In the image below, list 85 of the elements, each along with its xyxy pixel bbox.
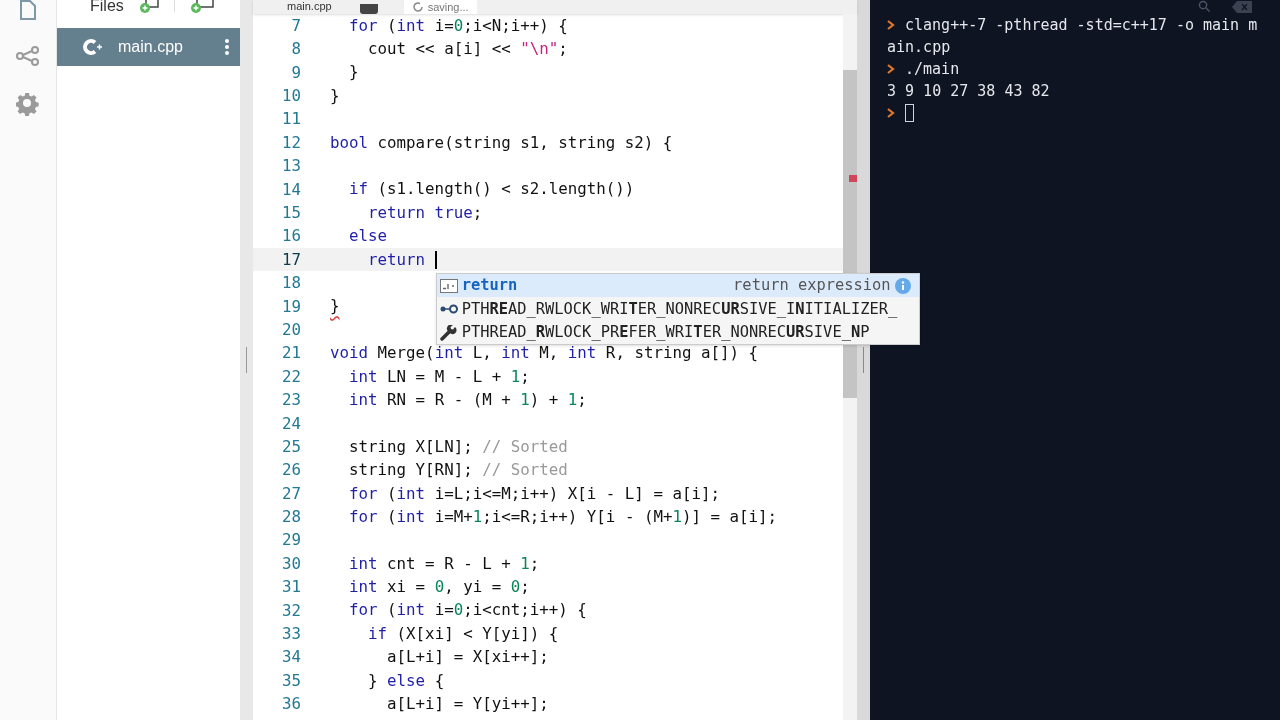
suggestion-item[interactable]: PTHREAD_RWLOCK_WRITER_NONRECURSIVE_INITIALIZER_	[436, 297, 919, 321]
line-number: 13	[280, 155, 301, 178]
line-number: 7	[290, 14, 301, 37]
file-item[interactable]: main.cpp	[57, 28, 240, 66]
cpp-file-icon	[83, 38, 103, 56]
line-number: 31	[280, 576, 301, 599]
code-line: a[L+i] = Y[yi++];	[386, 696, 549, 712]
line-number: 21	[280, 342, 301, 365]
spinner-icon	[411, 1, 424, 13]
code-line: string X[LN]; // Sorted	[348, 438, 568, 455]
code-line: bool compare(string s1, string s2) {	[330, 134, 673, 151]
line-number: 28	[280, 506, 301, 529]
save-status: saving...	[427, 1, 469, 13]
clear-icon[interactable]	[1232, 1, 1252, 13]
share-icon[interactable]	[16, 46, 40, 66]
code-line: for (int i=0;i<N;i++) {	[348, 17, 568, 34]
code-line: int RN = R - (M + 1) + 1;	[348, 391, 587, 408]
line-number: 10	[280, 85, 301, 108]
line-number: 22	[280, 365, 301, 388]
code-line: return true;	[367, 204, 483, 221]
terminal-output: ain.cpp	[887, 36, 951, 58]
line-number: 35	[280, 669, 301, 692]
line-number: 17	[280, 248, 301, 271]
terminal-command: clang++-7 -pthread -std=c++17 -o main m	[905, 14, 1258, 36]
text-icon	[439, 278, 458, 293]
code-line: int cnt = R - L + 1;	[348, 555, 540, 572]
code-line: else	[348, 228, 388, 245]
line-number: 25	[280, 435, 301, 458]
line-number: 8	[290, 38, 301, 61]
text-cursor	[434, 250, 437, 269]
code-line: for (int i=0;i<cnt;i++) {	[348, 602, 587, 619]
line-number: 16	[280, 225, 301, 248]
line-number: 11	[280, 108, 301, 131]
code-line: return	[367, 251, 427, 268]
line-number: 34	[280, 646, 301, 669]
line-number: 14	[280, 178, 301, 201]
line-number: 12	[280, 131, 301, 154]
line-number: 29	[280, 529, 301, 552]
line-number: 18	[280, 272, 301, 295]
settings-icon[interactable]	[16, 92, 40, 116]
code-line: a[L+i] = X[xi++];	[386, 649, 549, 666]
code-line: for (int i=M+1;i<=R;i++) Y[i - (M+1)] = a[i];	[348, 508, 778, 525]
code-line: }	[330, 87, 340, 104]
code-line: }	[330, 298, 340, 315]
line-number: 9	[290, 61, 301, 84]
line-number: 23	[280, 389, 301, 412]
code-line: if (s1.length() < s2.length())	[348, 181, 635, 198]
prompt-icon	[887, 64, 895, 74]
line-number: 20	[280, 318, 301, 341]
editor-tab[interactable]: main.cpp	[273, 0, 346, 14]
line-number: 30	[280, 552, 301, 575]
code-line: for (int i=L;i<=M;i++) X[i - L] = a[i];	[348, 485, 720, 502]
new-file-icon[interactable]	[137, 0, 160, 14]
code-line: }	[348, 64, 359, 81]
panel-title: Files	[90, 0, 124, 14]
code-line: int LN = M - L + 1;	[348, 368, 530, 385]
code-line: cout << a[i] << "\n";	[367, 41, 568, 58]
info-icon[interactable]	[894, 277, 911, 294]
line-number: 26	[280, 459, 301, 482]
terminal-command: ./main	[905, 58, 960, 80]
wrench-icon	[439, 324, 458, 341]
more-icon[interactable]	[224, 38, 230, 56]
new-folder-icon[interactable]	[188, 0, 215, 14]
suggestion-item[interactable]: return return expression	[436, 273, 919, 298]
terminal-cursor	[905, 104, 914, 122]
link-icon	[439, 304, 458, 315]
prompt-icon	[887, 20, 895, 30]
line-number: 19	[280, 295, 301, 318]
line-number: 15	[280, 202, 301, 224]
terminal-output: 3 9 10 27 38 43 82	[887, 80, 1050, 102]
suggestion-item[interactable]: PTHREAD_RWLOCK_PREFER_WRITER_NONRECURSIVE_NP	[436, 320, 919, 345]
line-number: 36	[280, 693, 301, 716]
code-line: } else {	[367, 672, 445, 689]
code-line: int xi = 0, yi = 0;	[348, 579, 530, 596]
line-number: 33	[280, 623, 301, 645]
line-number: 24	[280, 412, 301, 435]
code-line: void Merge(int L, int M, int R, string a[]) {	[330, 345, 759, 362]
code-line: string Y[RN]; // Sorted	[348, 462, 568, 479]
search-icon[interactable]	[1198, 0, 1211, 13]
line-number: 32	[280, 599, 301, 622]
code-line: if (X[xi] < Y[yi]) {	[367, 625, 559, 642]
file-icon[interactable]	[18, 0, 38, 20]
prompt-icon	[887, 108, 895, 118]
error-marker-icon	[849, 175, 857, 182]
line-number: 27	[280, 482, 301, 505]
